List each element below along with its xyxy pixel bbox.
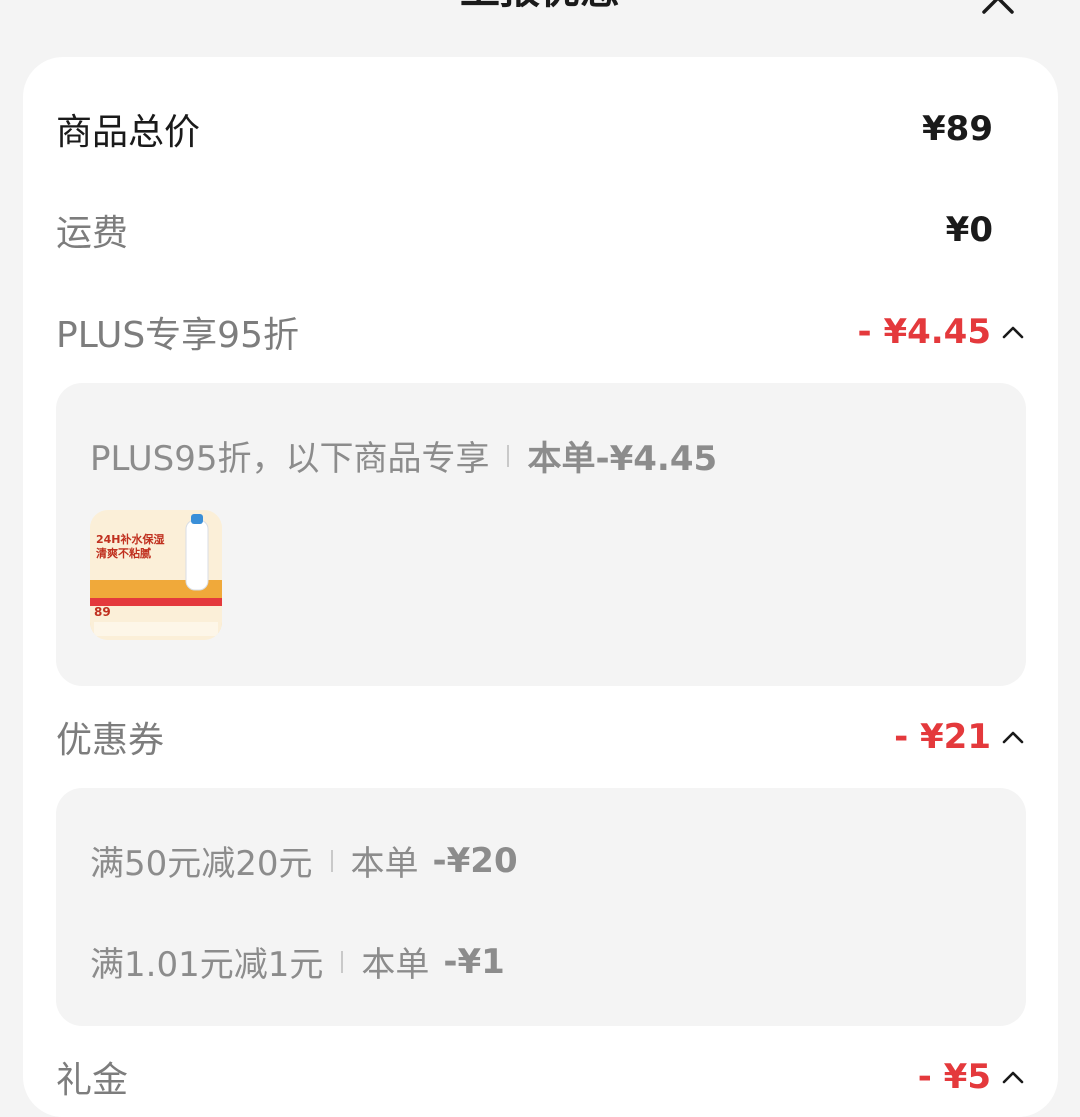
product-thumbnail[interactable]: 24H补水保湿 清爽不粘腻 89 [90,510,222,640]
plus-detail-line: PLUS95折，以下商品专享 本单-¥4.45 [90,431,717,480]
coupon-item: 满1.01元减1元 本单 -¥1 [90,937,505,986]
product-title-2: 清爽不粘腻 [96,546,151,560]
plus-discount-row[interactable]: PLUS专享95折 - ¥4.45 [56,302,1025,362]
coupon-rule: 满50元减20元 [90,844,313,884]
gift-row[interactable]: 礼金 - ¥5 [56,1047,1025,1107]
coupon-rule: 满1.01元减1元 [90,945,324,985]
plus-discount-amount: - ¥4.45 [857,312,992,352]
page-title: 上报优惠 [0,0,1080,20]
total-value: ¥89 [922,109,993,149]
gift-amount: - ¥5 [917,1057,991,1097]
coupon-order-prefix: 本单 [361,945,430,985]
plus-detail-panel: PLUS95折，以下商品专享 本单-¥4.45 24H补水保湿 清爽不粘腻 89 [56,383,1026,686]
chevron-up-icon[interactable] [1001,1065,1025,1089]
plus-detail-text: PLUS95折，以下商品专享 [90,439,490,479]
total-label: 商品总价 [56,112,201,153]
close-icon[interactable] [978,0,1018,18]
divider [330,849,333,872]
total-row: 商品总价 ¥89 [56,99,1025,159]
shipping-value: ¥0 [945,210,993,250]
coupon-order-value: -¥20 [432,840,518,881]
divider [507,444,510,467]
gift-label: 礼金 [56,1060,129,1101]
coupon-label: 优惠券 [56,720,165,761]
coupon-detail-panel: 满50元减20元 本单 -¥20 满1.01元减1元 本单 -¥1 [56,788,1026,1026]
coupon-amount: - ¥21 [894,717,991,757]
divider [341,950,344,973]
plus-order-amount: 本单-¥4.45 [527,439,718,479]
plus-discount-label: PLUS专享95折 [56,315,299,356]
product-title-1: 24H补水保湿 [96,532,165,546]
coupon-row[interactable]: 优惠券 - ¥21 [56,707,1025,767]
product-price: 89 [94,605,111,619]
chevron-up-icon[interactable] [1001,725,1025,749]
coupon-order-value: -¥1 [443,941,505,982]
shipping-label: 运费 [56,213,129,254]
product-image: 24H补水保湿 清爽不粘腻 89 [90,510,222,640]
shipping-row: 运费 ¥0 [56,200,1025,260]
coupon-item: 满50元减20元 本单 -¥20 [90,836,518,885]
chevron-up-icon[interactable] [1001,320,1025,344]
coupon-order-prefix: 本单 [350,844,419,884]
price-detail-card: 商品总价 ¥89 运费 ¥0 PLUS专享95折 - ¥4.45 PLUS95折… [23,57,1058,1117]
